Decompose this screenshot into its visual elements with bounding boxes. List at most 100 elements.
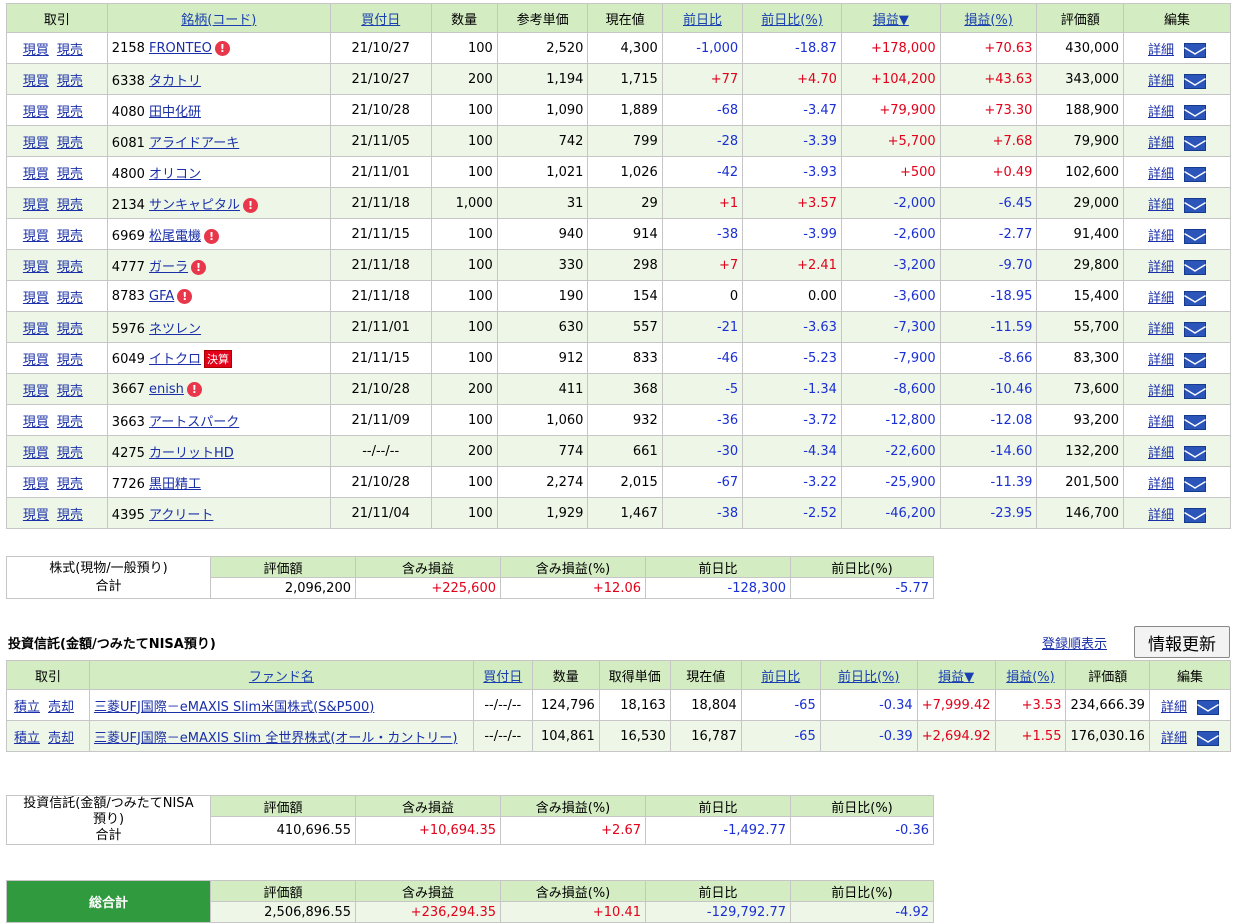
mail-icon[interactable] <box>1184 42 1206 58</box>
sell-link[interactable]: 現売 <box>57 43 83 58</box>
stock-name-link[interactable]: 黒田精工 <box>149 477 201 492</box>
stock-name-link[interactable]: タカトリ <box>149 74 201 89</box>
stock-name-link[interactable]: ネツレン <box>149 322 201 337</box>
detail-link[interactable]: 詳細 <box>1148 353 1174 368</box>
buy-link[interactable]: 現買 <box>23 384 49 399</box>
buy-link[interactable]: 現買 <box>23 322 49 337</box>
stock-name-link[interactable]: FRONTEO <box>149 41 212 56</box>
mail-icon[interactable] <box>1184 259 1206 275</box>
stock-name-link[interactable]: アライドアーキ <box>149 136 239 151</box>
fund-col-chgp[interactable]: 前日比(%) <box>819 660 918 690</box>
detail-link[interactable]: 詳細 <box>1148 477 1174 492</box>
stock-name-link[interactable]: 田中化研 <box>149 105 201 120</box>
col-pl[interactable]: 損益▼ <box>840 3 941 33</box>
fund-name-link[interactable]: 三菱UFJ国際－eMAXIS Slim米国株式(S&P500) <box>94 700 374 715</box>
buy-link[interactable]: 現買 <box>23 167 49 182</box>
detail-link[interactable]: 詳細 <box>1148 136 1174 151</box>
sort-pl-link[interactable]: 損益▼ <box>873 13 909 28</box>
sort-name-link[interactable]: 銘柄(コード) <box>181 13 256 28</box>
fund-col-name[interactable]: ファンド名 <box>88 660 474 690</box>
detail-link[interactable]: 詳細 <box>1148 105 1174 120</box>
fund-sell-link[interactable]: 売却 <box>48 700 74 715</box>
mail-icon[interactable] <box>1184 507 1206 523</box>
sell-link[interactable]: 現売 <box>57 229 83 244</box>
detail-link[interactable]: 詳細 <box>1148 384 1174 399</box>
fund-sort-chgp-link[interactable]: 前日比(%) <box>838 670 900 685</box>
fund-detail-link[interactable]: 詳細 <box>1161 731 1187 746</box>
detail-link[interactable]: 詳細 <box>1148 198 1174 213</box>
registration-order-link[interactable]: 登録順表示 <box>1042 633 1107 652</box>
fund-col-pl[interactable]: 損益▼ <box>916 660 996 690</box>
mail-icon[interactable] <box>1184 445 1206 461</box>
fund-sell-link[interactable]: 売却 <box>48 731 74 746</box>
mail-icon[interactable] <box>1184 321 1206 337</box>
stock-name-link[interactable]: サンキャピタル <box>149 198 240 213</box>
mail-icon[interactable] <box>1184 73 1206 89</box>
buy-link[interactable]: 現買 <box>23 229 49 244</box>
sort-plp-link[interactable]: 損益(%) <box>964 13 1013 28</box>
buy-link[interactable]: 現買 <box>23 198 49 213</box>
fund-sort-plp-link[interactable]: 損益(%) <box>1006 670 1055 685</box>
col-name[interactable]: 銘柄(コード) <box>106 3 331 33</box>
col-chgp[interactable]: 前日比(%) <box>742 3 842 33</box>
fund-col-chg[interactable]: 前日比 <box>740 660 821 690</box>
buy-link[interactable]: 現買 <box>23 508 49 523</box>
refresh-button[interactable]: 情報更新 <box>1134 626 1230 658</box>
detail-link[interactable]: 詳細 <box>1148 322 1174 337</box>
sell-link[interactable]: 現売 <box>57 291 83 306</box>
sell-link[interactable]: 現売 <box>57 508 83 523</box>
buy-link[interactable]: 現買 <box>23 74 49 89</box>
sell-link[interactable]: 現売 <box>57 477 83 492</box>
stock-name-link[interactable]: カーリットHD <box>149 446 234 461</box>
sell-link[interactable]: 現売 <box>57 415 83 430</box>
mail-icon[interactable] <box>1184 414 1206 430</box>
mail-icon[interactable] <box>1184 135 1206 151</box>
stock-name-link[interactable]: enish <box>149 382 184 397</box>
detail-link[interactable]: 詳細 <box>1148 74 1174 89</box>
buy-link[interactable]: 現買 <box>23 446 49 461</box>
col-chg[interactable]: 前日比 <box>661 3 744 33</box>
sort-chgp-link[interactable]: 前日比(%) <box>761 13 823 28</box>
stock-name-link[interactable]: アクリート <box>149 508 213 523</box>
detail-link[interactable]: 詳細 <box>1148 446 1174 461</box>
mail-icon[interactable] <box>1184 197 1206 213</box>
fund-sort-pl-link[interactable]: 損益▼ <box>938 670 974 685</box>
fund-name-link[interactable]: 三菱UFJ国際－eMAXIS Slim 全世界株式(オール・カントリー) <box>94 731 457 746</box>
stock-name-link[interactable]: オリコン <box>149 167 201 182</box>
sell-link[interactable]: 現売 <box>57 74 83 89</box>
stock-name-link[interactable]: GFA <box>149 289 174 304</box>
fund-sort-name-link[interactable]: ファンド名 <box>249 670 314 685</box>
accumulate-link[interactable]: 積立 <box>14 700 40 715</box>
buy-link[interactable]: 現買 <box>23 477 49 492</box>
sell-link[interactable]: 現売 <box>57 105 83 120</box>
detail-link[interactable]: 詳細 <box>1148 43 1174 58</box>
buy-link[interactable]: 現買 <box>23 353 49 368</box>
fund-sort-chg-link[interactable]: 前日比 <box>761 670 800 685</box>
detail-link[interactable]: 詳細 <box>1148 229 1174 244</box>
sell-link[interactable]: 現売 <box>57 384 83 399</box>
sort-chg-link[interactable]: 前日比 <box>683 13 722 28</box>
sell-link[interactable]: 現売 <box>57 167 83 182</box>
mail-icon[interactable] <box>1184 104 1206 120</box>
mail-icon[interactable] <box>1196 730 1219 746</box>
fund-col-date[interactable]: 買付日 <box>472 660 533 690</box>
sell-link[interactable]: 現売 <box>57 260 83 275</box>
sell-link[interactable]: 現売 <box>57 322 83 337</box>
detail-link[interactable]: 詳細 <box>1148 260 1174 275</box>
sell-link[interactable]: 現売 <box>57 198 83 213</box>
sell-link[interactable]: 現売 <box>57 136 83 151</box>
mail-icon[interactable] <box>1184 383 1206 399</box>
buy-link[interactable]: 現買 <box>23 415 49 430</box>
stock-name-link[interactable]: アートスパーク <box>149 415 239 430</box>
col-date[interactable]: 買付日 <box>329 3 432 33</box>
buy-link[interactable]: 現買 <box>23 291 49 306</box>
sell-link[interactable]: 現売 <box>57 353 83 368</box>
buy-link[interactable]: 現買 <box>23 105 49 120</box>
mail-icon[interactable] <box>1184 290 1206 306</box>
buy-link[interactable]: 現買 <box>23 260 49 275</box>
detail-link[interactable]: 詳細 <box>1148 167 1174 182</box>
accumulate-link[interactable]: 積立 <box>14 731 40 746</box>
buy-link[interactable]: 現買 <box>23 43 49 58</box>
col-plp[interactable]: 損益(%) <box>939 3 1038 33</box>
fund-col-plp[interactable]: 損益(%) <box>994 660 1067 690</box>
